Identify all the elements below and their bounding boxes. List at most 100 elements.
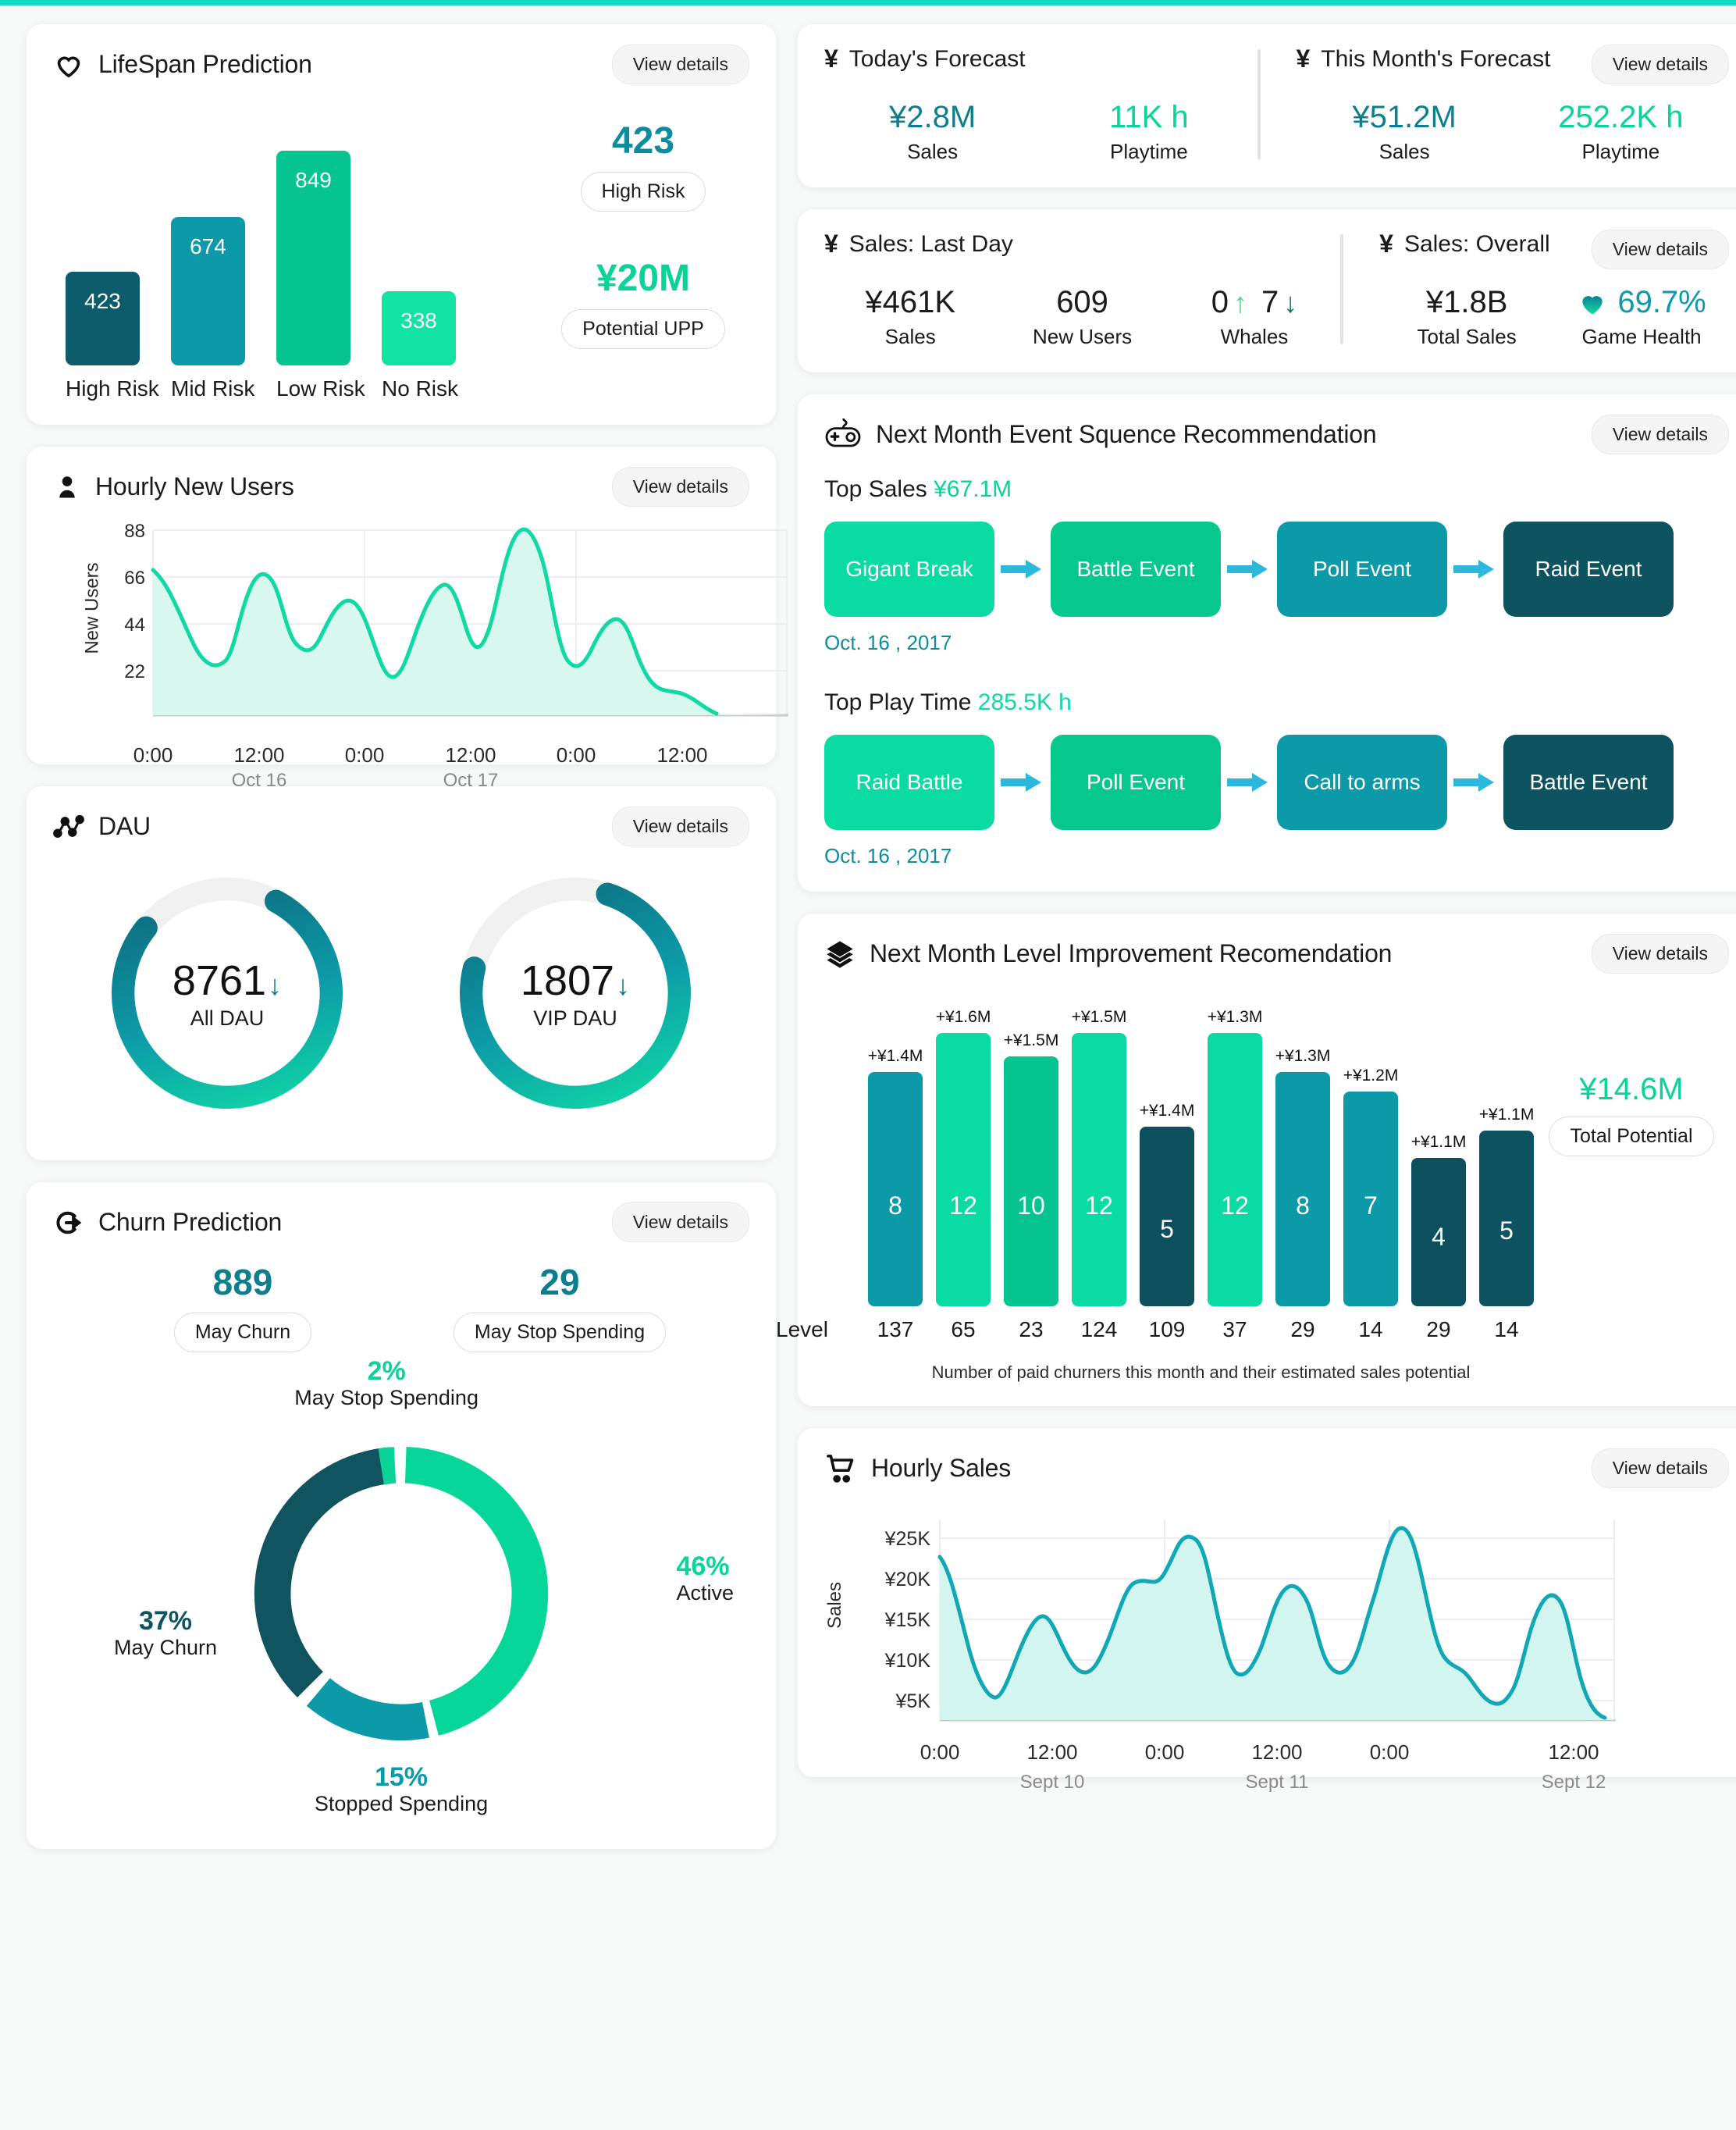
kpi-value: ¥51.2M <box>1352 100 1457 134</box>
view-details-button[interactable]: View details <box>1591 230 1729 269</box>
bar-group: 423 674 849 338 <box>53 108 537 365</box>
kpi-values: ¥51.2M Sales 252.2K h Playtime <box>1297 100 1730 164</box>
whales-down-count: 7 <box>1261 285 1279 319</box>
bar-value: 12 <box>1085 1191 1113 1220</box>
kpi-values: ¥1.8B Total Sales 69.7% Game Health <box>1379 285 1729 349</box>
slice-name: May Stop Spending <box>294 1386 478 1410</box>
churn-donut-chart: 2% May Stop Spending 46% Active 37% May … <box>53 1356 749 1825</box>
may-churn-stat: 889 May Churn <box>84 1261 401 1352</box>
page-title: DAU <box>98 812 151 840</box>
bar-caption: +¥1.4M <box>1139 1102 1195 1120</box>
event-step[interactable]: Raid Battle <box>824 735 994 830</box>
gauge-value-row: 8761 ↓ <box>173 956 282 1005</box>
bar: 8 <box>1275 1072 1330 1306</box>
axis-tick: No Risk <box>382 376 459 401</box>
card-header: Next Month Event Squence Recommendation … <box>824 415 1729 454</box>
event-step[interactable]: Raid Event <box>1503 522 1674 617</box>
axis-tick: Low Risk <box>276 376 365 401</box>
potential-upp-stat: ¥20M Potential UPP <box>561 258 725 349</box>
view-details-button[interactable]: View details <box>611 1202 749 1242</box>
arrow-right-icon <box>1221 557 1277 581</box>
sales-area-chart: Sales ¥25K ¥20K ¥15K ¥10K ¥5K 0:00 12:00… <box>824 1488 1729 1793</box>
arrow-right-icon <box>1221 771 1277 794</box>
kpi-label: Total Sales <box>1417 325 1517 348</box>
status-badge: May Churn <box>173 1313 312 1352</box>
yen-icon: ¥ <box>1296 45 1311 73</box>
lifespan-body: 423 674 849 338 High Risk Mid Risk Low R… <box>53 84 749 401</box>
section-header: ¥ Sales: Last Day <box>824 230 1340 258</box>
bar-value: 674 <box>190 234 226 258</box>
y-axis-label: New Users <box>81 562 103 654</box>
trend-down-icon: ↓ <box>616 968 631 1001</box>
event-step[interactable]: Battle Event <box>1503 735 1674 830</box>
x-tick: 12:00 <box>233 743 285 767</box>
y-tick: ¥25K <box>884 1528 931 1550</box>
bar-value: 5 <box>1160 1215 1174 1243</box>
arrow-up-icon: ↑ <box>1233 286 1247 319</box>
axis-tick: 124 <box>1080 1317 1118 1341</box>
arrow-right-icon <box>1447 771 1503 794</box>
bar-column: 423 <box>66 108 140 365</box>
section-title: Sales: Overall <box>1403 230 1550 257</box>
gauge-center: 1807 ↓ VIP DAU <box>450 868 700 1118</box>
y-tick: 22 <box>124 661 145 682</box>
hourly-sales-card: Hourly Sales View details Sales ¥25K ¥20… <box>798 1428 1736 1793</box>
view-details-button[interactable]: View details <box>1591 415 1729 454</box>
bar-caption: +¥1.5M <box>1071 1008 1127 1026</box>
kpi-label: Sales <box>907 140 959 163</box>
kpi-playtime: 252.2K h Playtime <box>1513 100 1729 164</box>
heart-icon <box>53 49 84 80</box>
sequence-date: Oct. 16 , 2017 <box>824 844 952 867</box>
view-details-button[interactable]: View details <box>1591 1448 1729 1488</box>
page-title: Next Month Event Squence Recommendation <box>876 420 1377 448</box>
bar: 4 <box>1411 1158 1466 1306</box>
gauge-label: VIP DAU <box>533 1006 617 1030</box>
arrow-right-icon <box>994 557 1051 581</box>
stat-value: 29 <box>539 1262 580 1302</box>
bar-value: 423 <box>84 289 121 313</box>
section-header: ¥ Today's Forecast <box>824 45 1258 73</box>
event-step[interactable]: Poll Event <box>1277 522 1447 617</box>
axis-tick: 137 <box>877 1317 914 1341</box>
whales-values: 0 ↑ 7 ↓ <box>1169 285 1340 320</box>
view-details-button[interactable]: View details <box>611 467 749 507</box>
bar-column: +¥1.1M 4 <box>1411 994 1466 1306</box>
bar-value: 12 <box>949 1191 977 1220</box>
logout-icon <box>53 1207 84 1238</box>
sequence-date: Oct. 16 , 2017 <box>824 631 952 654</box>
event-step[interactable]: Battle Event <box>1051 522 1221 617</box>
user-icon <box>53 473 81 501</box>
event-step[interactable]: Call to arms <box>1277 735 1447 830</box>
status-badge: May Stop Spending <box>453 1313 667 1352</box>
axis-tick: 109 <box>1148 1317 1186 1341</box>
y-axis-label: Sales <box>824 1581 846 1630</box>
kpi-label: New Users <box>1032 325 1133 348</box>
bar-column: +¥1.4M 5 <box>1140 994 1194 1306</box>
sequence-label: Top Play Time <box>824 689 972 715</box>
view-details-button[interactable]: View details <box>611 807 749 846</box>
y-tick: ¥10K <box>884 1650 931 1672</box>
bar-low-risk: 849 <box>276 151 350 365</box>
kpi-label: Game Health <box>1581 325 1702 348</box>
bar-value: 849 <box>295 168 332 192</box>
gauge-value-row: 1807 ↓ <box>521 956 630 1005</box>
event-step[interactable]: Gigant Break <box>824 522 994 617</box>
bar-caption: +¥1.2M <box>1343 1067 1399 1085</box>
axis-tick: 14 <box>1494 1317 1519 1341</box>
bar-group: +¥1.4M 8 +¥1.6M 12 +¥1.5M 10 +¥1.5M 12 +… <box>824 994 1534 1306</box>
x-tick: 12:00 <box>1026 1740 1078 1764</box>
stat-value: ¥20M <box>596 258 691 299</box>
view-details-button[interactable]: View details <box>611 45 749 84</box>
gamepad-icon <box>824 418 862 451</box>
sequence-value: ¥67.1M <box>934 476 1012 502</box>
bar-mid-risk: 674 <box>171 217 245 365</box>
view-details-button[interactable]: View details <box>1591 45 1729 84</box>
sales-card: View details ¥ Sales: Last Day ¥461K Sal… <box>798 209 1736 372</box>
kpi-value: 11K h <box>1109 100 1189 134</box>
view-details-button[interactable]: View details <box>1591 934 1729 974</box>
kpi-playtime: 11K h Playtime <box>1041 100 1257 164</box>
top-playtime-sequence: Top Play Time 285.5K h Raid Battle Poll … <box>824 655 1729 868</box>
gauge-value: 8761 <box>172 956 267 1004</box>
y-tick: ¥20K <box>884 1569 931 1590</box>
event-step[interactable]: Poll Event <box>1051 735 1221 830</box>
